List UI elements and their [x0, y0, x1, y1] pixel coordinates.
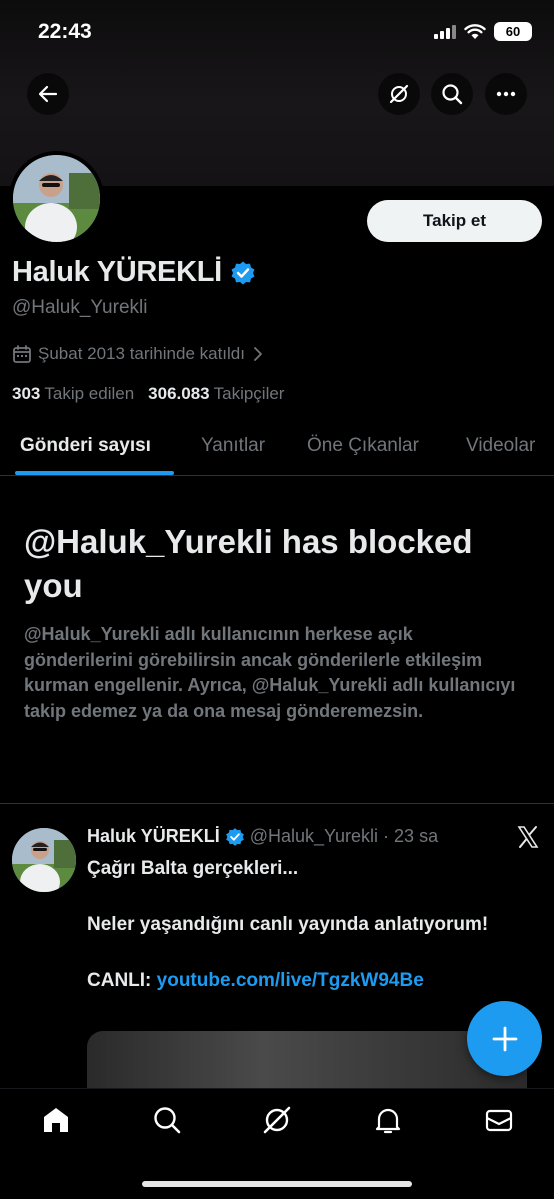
search-icon	[442, 84, 463, 105]
tab-replies[interactable]: Yanıtlar	[201, 435, 265, 457]
home-icon	[44, 1108, 68, 1132]
post-author-handle[interactable]: @Haluk_Yurekli	[250, 826, 378, 847]
status-time: 22:43	[38, 20, 92, 43]
post-time[interactable]: 23 sa	[394, 826, 438, 847]
post-line-2: Neler yaşandığını canlı yayında anlatıyo…	[87, 914, 489, 935]
plus-icon	[492, 1026, 517, 1051]
x-logo-icon	[517, 826, 539, 848]
more-icon	[496, 91, 516, 97]
followers-count: 306.083	[148, 384, 210, 403]
nav-home[interactable]	[41, 1105, 71, 1135]
verified-badge-icon	[231, 261, 255, 284]
mail-icon	[485, 1109, 513, 1132]
back-button[interactable]	[27, 73, 69, 115]
post-header: Haluk YÜREKLİ @Haluk_Yurekli · 23 sa	[87, 826, 438, 847]
calendar-icon	[13, 345, 31, 363]
avatar-photo	[12, 828, 76, 892]
followers-link[interactable]: 306.083 Takipçiler	[148, 384, 284, 404]
joined-date-row[interactable]: Şubat 2013 tarihinde katıldı	[12, 344, 265, 364]
more-button[interactable]	[485, 73, 527, 115]
home-indicator	[142, 1181, 412, 1187]
profile-handle: @Haluk_Yurekli	[12, 297, 148, 318]
follow-button[interactable]: Takip et	[367, 200, 542, 242]
search-icon	[154, 1107, 181, 1134]
post-body: Çağrı Balta gerçekleri... Neler yaşandığ…	[87, 855, 527, 1023]
name-row: Haluk YÜREKLİ	[12, 256, 256, 289]
back-arrow-icon	[38, 85, 58, 103]
grok-icon	[389, 84, 409, 104]
blocked-description: @Haluk_Yurekli adlı kullanıcının herkese…	[24, 624, 516, 721]
joined-date: Şubat 2013 tarihinde katıldı	[38, 344, 245, 363]
post-live-line: CANLI: youtube.com/live/TgzkW94Be	[87, 967, 527, 995]
post-author-name[interactable]: Haluk YÜREKLİ	[87, 826, 220, 847]
tab-highlights[interactable]: Öne Çıkanlar	[307, 435, 419, 457]
compose-button[interactable]	[467, 1001, 542, 1076]
following-label: Takip edilen	[44, 384, 135, 403]
status-icons: 60	[434, 22, 532, 41]
following-count: 303	[12, 384, 41, 403]
bell-icon	[375, 1108, 401, 1134]
post-line-1: Çağrı Balta gerçekleri...	[87, 858, 299, 879]
nav-grok[interactable]	[262, 1105, 292, 1135]
wifi-icon	[464, 23, 486, 39]
post-avatar[interactable]	[12, 828, 76, 892]
nav-messages[interactable]	[484, 1105, 514, 1135]
tab-posts[interactable]: Gönderi sayısı	[20, 435, 151, 457]
chevron-right-icon	[254, 347, 262, 361]
display-name: Haluk YÜREKLİ	[12, 256, 222, 288]
tab-videos[interactable]: Videolar	[466, 435, 535, 457]
divider	[0, 803, 554, 804]
signal-icon	[434, 24, 456, 39]
nav-search[interactable]	[152, 1105, 182, 1135]
status-bar: 22:43 60	[0, 0, 554, 64]
grok-icon	[263, 1106, 291, 1134]
grok-button[interactable]	[378, 73, 420, 115]
followers-label: Takipçiler	[213, 384, 285, 403]
following-link[interactable]: 303 Takip edilen	[12, 384, 134, 404]
profile-avatar[interactable]	[9, 151, 104, 246]
post-separator: ·	[383, 826, 390, 846]
active-tab-indicator	[15, 471, 174, 475]
follow-stats: 303 Takip edilen 306.083 Takipçiler	[12, 384, 284, 404]
battery-indicator: 60	[494, 22, 532, 41]
verified-badge-icon	[225, 827, 244, 846]
search-button[interactable]	[431, 73, 473, 115]
post-live-prefix: CANLI:	[87, 970, 157, 991]
post-link[interactable]: youtube.com/live/TgzkW94Be	[157, 970, 424, 991]
avatar-photo	[13, 155, 100, 242]
nav-notifications[interactable]	[373, 1105, 403, 1135]
profile-tabs: Gönderi sayısı Yanıtlar Öne Çıkanlar Vid…	[0, 420, 554, 476]
blocked-title: @Haluk_Yurekli has blocked you	[24, 523, 473, 604]
